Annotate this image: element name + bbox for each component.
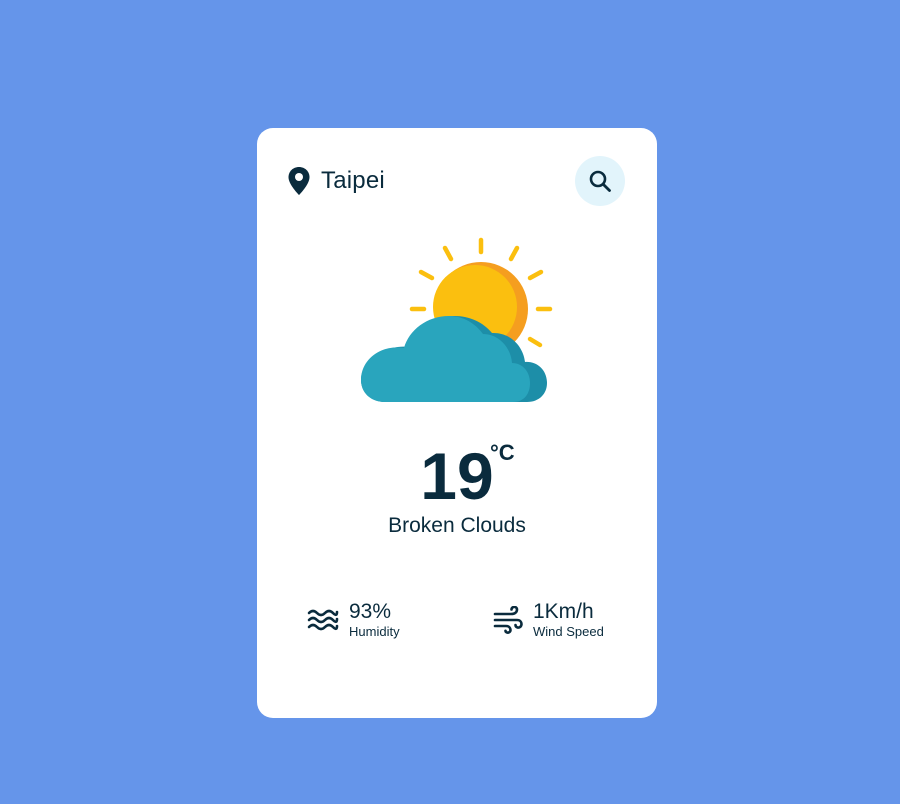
temperature-unit: °C xyxy=(490,440,515,465)
weather-card: Taipei 19 °C Broken Clouds 93% Humidity … xyxy=(257,128,657,718)
partly-cloudy-icon xyxy=(361,237,553,402)
humidity-value: 93% xyxy=(349,600,392,623)
humidity-label: Humidity xyxy=(349,624,400,639)
temperature-value: 19 xyxy=(420,439,494,513)
search-icon xyxy=(589,170,611,192)
search-button[interactable] xyxy=(575,156,625,206)
wind-label: Wind Speed xyxy=(533,624,604,639)
wind-stat: 1Km/h Wind Speed xyxy=(493,600,604,640)
humidity-stat: 93% Humidity xyxy=(307,600,400,640)
wind-icon xyxy=(493,606,523,634)
waves-icon xyxy=(307,609,339,631)
wind-value: 1Km/h xyxy=(533,600,594,623)
location: Taipei xyxy=(287,164,385,198)
map-pin-icon xyxy=(288,167,310,195)
weather-description: Broken Clouds xyxy=(388,514,526,537)
city-name: Taipei xyxy=(321,167,385,194)
temperature: 19 °C xyxy=(257,436,657,516)
